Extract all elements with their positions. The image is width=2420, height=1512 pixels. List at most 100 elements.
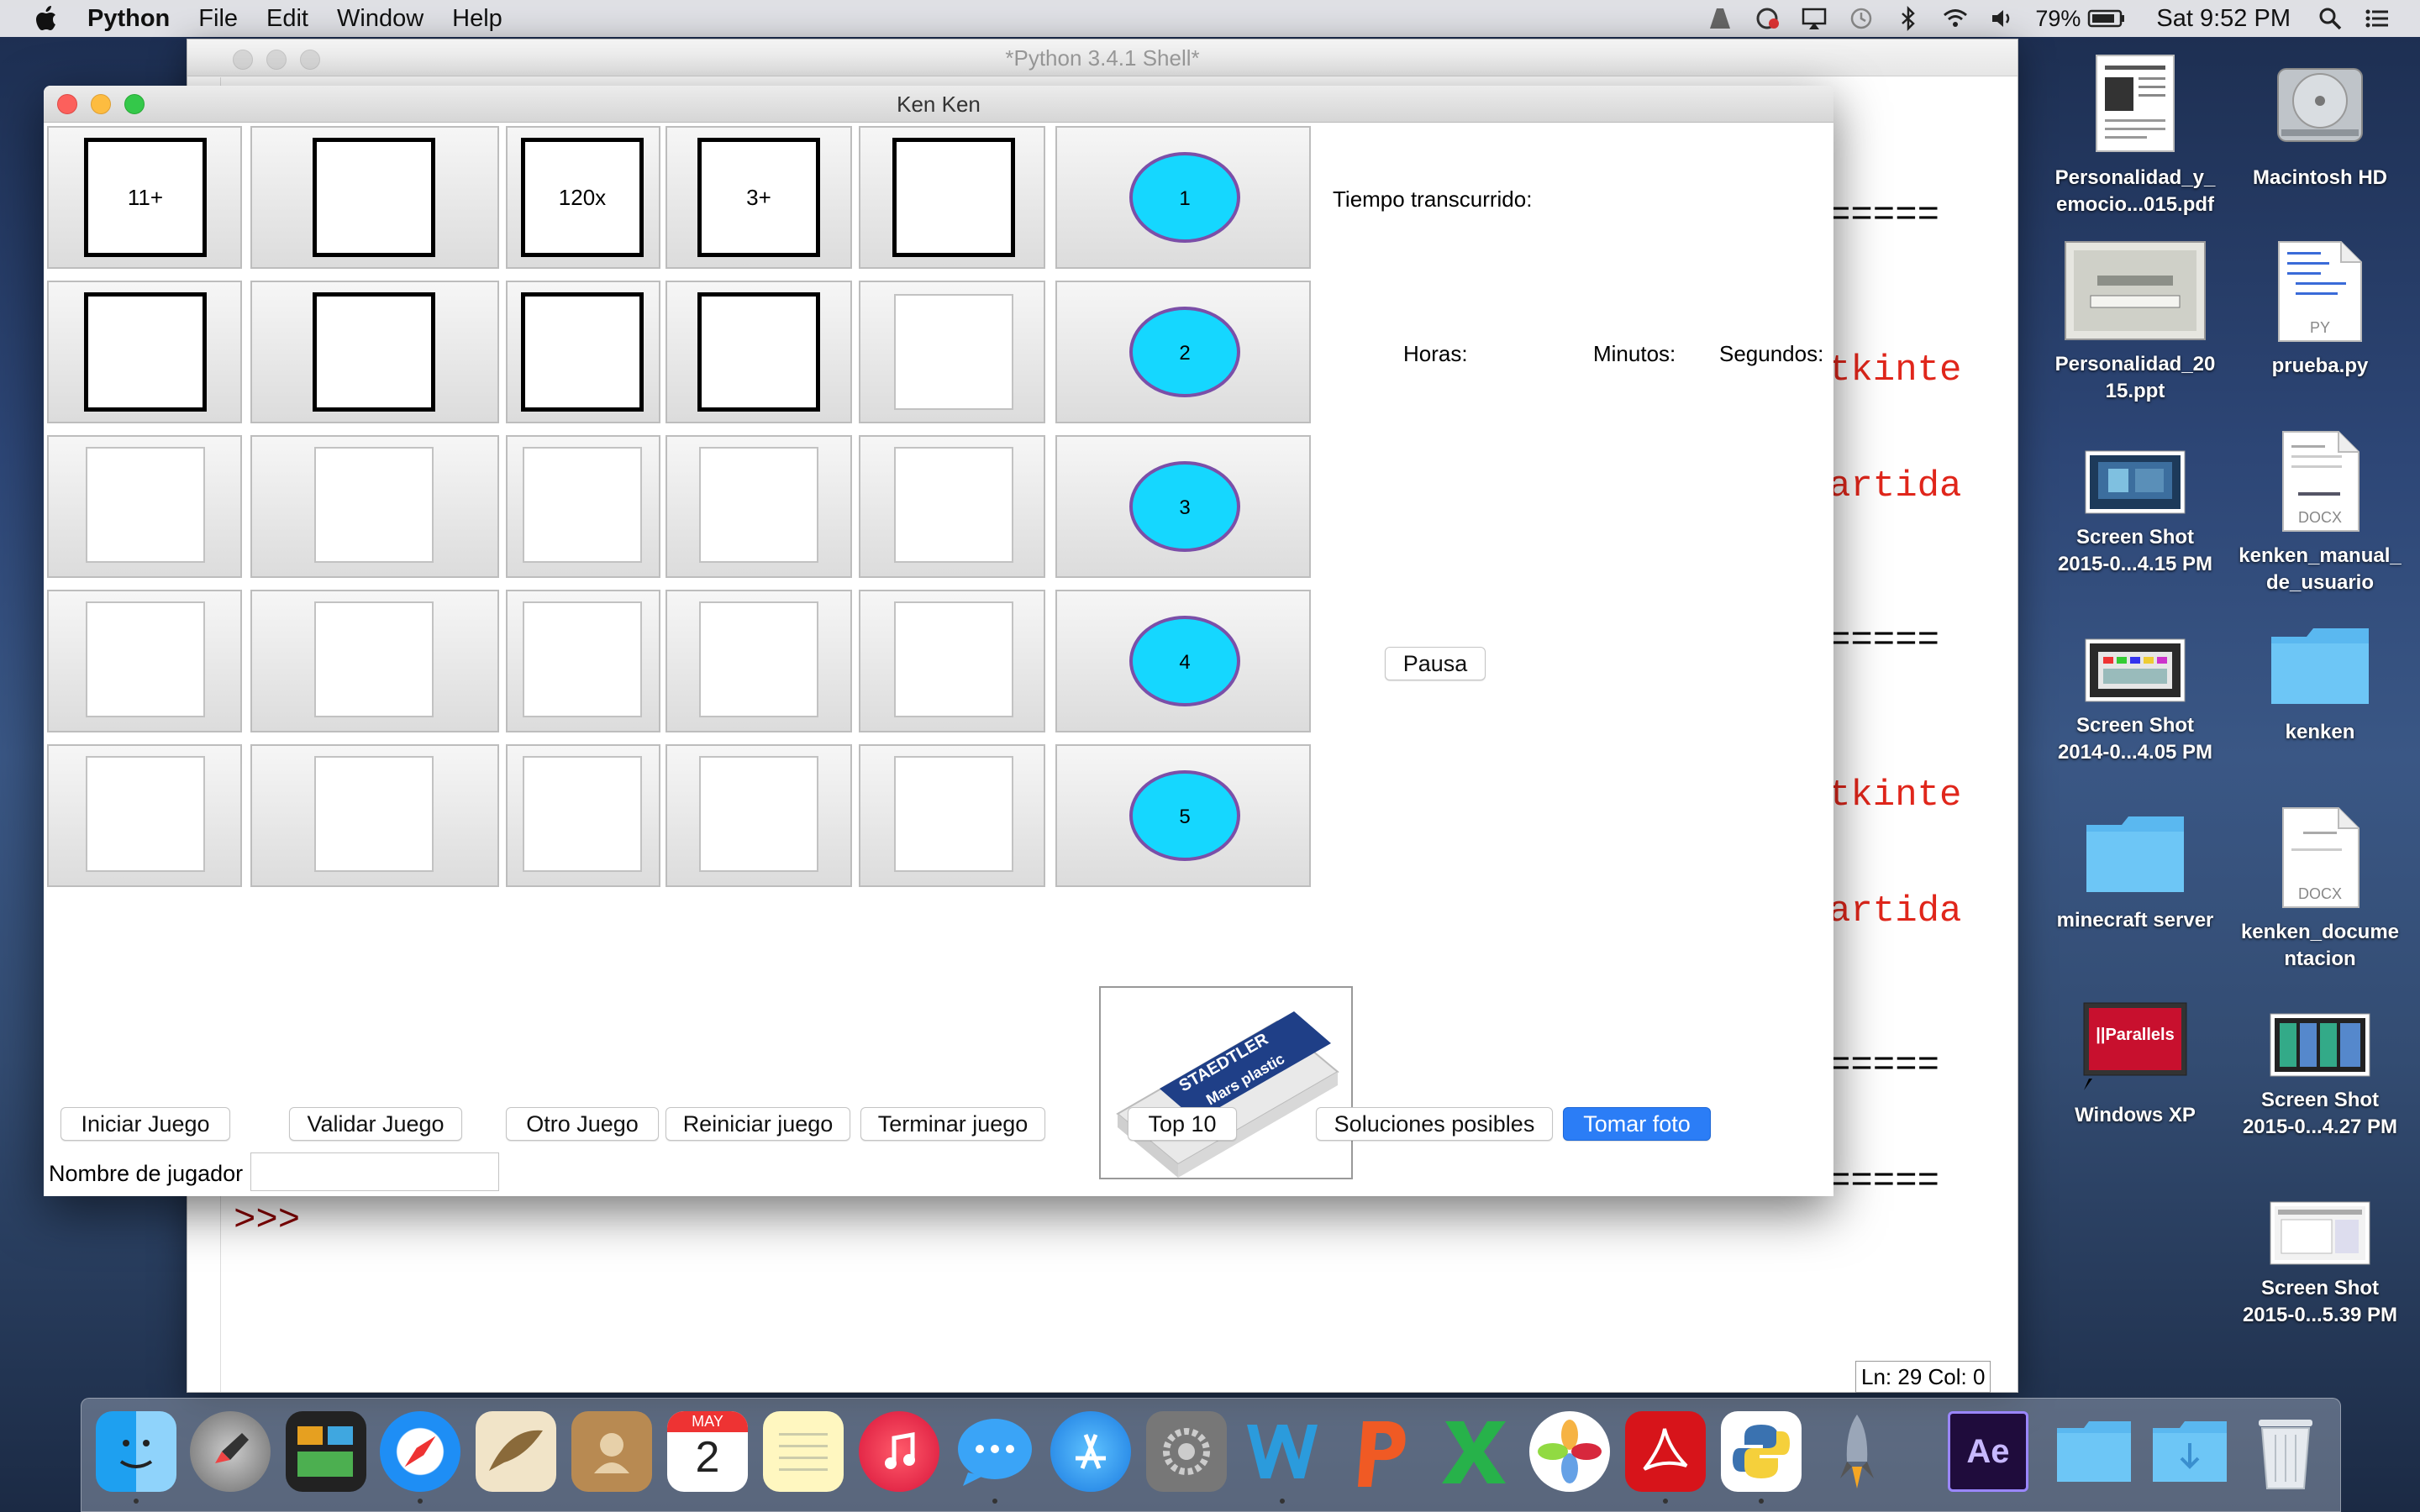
- acrobat-icon[interactable]: [1625, 1411, 1706, 1492]
- menu-file[interactable]: File: [198, 5, 238, 33]
- creative-cloud-status-icon[interactable]: [1753, 4, 1781, 33]
- downloads-folder-icon[interactable]: [2149, 1411, 2230, 1492]
- airplay-icon[interactable]: [1800, 4, 1828, 33]
- kenken-title-bar: Ken Ken: [44, 86, 1833, 123]
- zoom-button[interactable]: [124, 94, 145, 114]
- desktop-item-windows-xp[interactable]: ||Parallels Windows XP: [2039, 1000, 2232, 1129]
- folder-icon: [2086, 816, 2184, 892]
- menu-help[interactable]: Help: [452, 5, 502, 33]
- other-game-button[interactable]: Otro Juego: [506, 1107, 659, 1141]
- apple-menu-icon[interactable]: [30, 2, 64, 35]
- number-button-3[interactable]: 3: [1055, 435, 1311, 578]
- number-button-2[interactable]: 2: [1055, 281, 1311, 423]
- restart-game-button[interactable]: Reiniciar juego: [666, 1107, 850, 1141]
- desktop-item-screenshot-1[interactable]: Screen Shot 2015-0...4.15 PM: [2039, 450, 2232, 578]
- mail-icon[interactable]: [476, 1411, 556, 1492]
- desktop-item-personalidad-pdf[interactable]: Personalidad_y_ emocio...015.pdf: [2039, 52, 2232, 218]
- number-button-1[interactable]: 1: [1055, 126, 1311, 269]
- hard-drive-icon: [2277, 68, 2363, 142]
- word-icon[interactable]: [1242, 1411, 1323, 1492]
- close-button[interactable]: [233, 50, 253, 70]
- eraser-icon: STAEDTLER Mars plastic: [1116, 1011, 1339, 1178]
- number-button-4[interactable]: 4: [1055, 590, 1311, 732]
- desktop-item-screenshot-3[interactable]: Screen Shot 2015-0...4.27 PM: [2223, 1013, 2417, 1141]
- python-launcher-icon[interactable]: [1721, 1411, 1802, 1492]
- desktop-item-personalidad-ppt[interactable]: Personalidad_20 15.ppt: [2039, 240, 2232, 405]
- photos-icon[interactable]: [1529, 1411, 1610, 1492]
- docx-file-icon: DOCX: [2282, 807, 2360, 908]
- menubar-clock[interactable]: Sat 9:52 PM: [2156, 5, 2291, 33]
- grid-cell: [86, 756, 205, 872]
- calendar-icon[interactable]: MAY 2: [667, 1411, 748, 1492]
- desktop-item-kenken-manual[interactable]: DOCX kenken_manual_ de_usuario: [2223, 430, 2417, 596]
- app-store-icon[interactable]: [1050, 1411, 1131, 1492]
- folder-icon[interactable]: [2054, 1411, 2134, 1492]
- time-machine-icon[interactable]: [1847, 4, 1876, 33]
- menu-window[interactable]: Window: [337, 5, 424, 33]
- shell-prompt[interactable]: >>>: [234, 1200, 300, 1242]
- battery-icon[interactable]: [2087, 4, 2126, 33]
- kenken-window-title: Ken Ken: [897, 92, 981, 117]
- desktop-item-prueba-py[interactable]: PY prueba.py: [2223, 240, 2417, 380]
- player-name-input[interactable]: [250, 1152, 499, 1191]
- grid-cell: [699, 756, 818, 872]
- desktop-item-label: Screen Shot 2014-0...4.05 PM: [2057, 714, 2213, 764]
- desktop-item-minecraft-server[interactable]: minecraft server: [2039, 813, 2232, 934]
- grid-cell: [894, 294, 1013, 410]
- finder-icon[interactable]: [96, 1411, 176, 1492]
- menu-app-name[interactable]: Python: [87, 5, 170, 33]
- validate-game-button[interactable]: Validar Juego: [289, 1107, 462, 1141]
- trash-icon[interactable]: [2245, 1411, 2326, 1492]
- zoom-button[interactable]: [300, 50, 320, 70]
- minimize-button[interactable]: [266, 50, 287, 70]
- system-preferences-icon[interactable]: [1146, 1411, 1227, 1492]
- desktop-item-macintosh-hd[interactable]: Macintosh HD: [2223, 52, 2417, 192]
- pdf-document-icon: [2096, 55, 2175, 152]
- launchpad-icon[interactable]: [190, 1411, 271, 1492]
- minimize-button[interactable]: [91, 94, 111, 114]
- number-button-5[interactable]: 5: [1055, 744, 1311, 887]
- top-10-button[interactable]: Top 10: [1128, 1107, 1237, 1141]
- shell-output-line: =====: [1828, 620, 1940, 662]
- possible-solutions-button[interactable]: Soluciones posibles: [1316, 1107, 1553, 1141]
- wifi-icon[interactable]: [1941, 4, 1970, 33]
- itunes-icon[interactable]: [859, 1411, 939, 1492]
- pause-button[interactable]: Pausa: [1385, 647, 1486, 680]
- desktop-item-label: kenken_docume ntacion: [2240, 921, 2400, 970]
- after-effects-icon[interactable]: Ae: [1948, 1411, 2028, 1492]
- close-button[interactable]: [57, 94, 77, 114]
- svg-text:DOCX: DOCX: [2298, 509, 2342, 526]
- timer-label: Tiempo transcurrido:: [1333, 186, 1533, 212]
- shell-output-line: =====: [1828, 1045, 1940, 1087]
- bluetooth-icon[interactable]: [1894, 4, 1923, 33]
- desktop-item-label: kenken: [2285, 721, 2355, 743]
- rocket-app-icon[interactable]: [1817, 1411, 1897, 1492]
- powerpoint-icon[interactable]: [1338, 1411, 1418, 1492]
- spotlight-search-icon[interactable]: [2316, 4, 2344, 33]
- running-indicator: [418, 1499, 423, 1504]
- volume-icon[interactable]: [1988, 4, 2017, 33]
- contacts-icon[interactable]: [571, 1411, 652, 1492]
- grid-cell: [699, 601, 818, 717]
- messages-icon[interactable]: [955, 1411, 1035, 1492]
- desktop-item-kenken-folder[interactable]: kenken: [2223, 625, 2417, 746]
- screenshot-icon: [2270, 1013, 2370, 1077]
- desktop-item-label: Screen Shot 2015-0...4.15 PM: [2057, 526, 2213, 575]
- adobe-status-icon[interactable]: [1706, 4, 1734, 33]
- start-game-button[interactable]: Iniciar Juego: [60, 1107, 230, 1141]
- desktop-item-kenken-documentacion[interactable]: DOCX kenken_docume ntacion: [2223, 806, 2417, 973]
- desktop-item-screenshot-2[interactable]: Screen Shot 2014-0...4.05 PM: [2039, 638, 2232, 766]
- notes-icon[interactable]: [763, 1411, 844, 1492]
- excel-icon[interactable]: [1434, 1411, 1514, 1492]
- end-game-button[interactable]: Terminar juego: [860, 1107, 1045, 1141]
- eraser-button[interactable]: STAEDTLER Mars plastic: [1099, 986, 1353, 1179]
- shell-output-line: =====: [1828, 195, 1940, 237]
- safari-icon[interactable]: [380, 1411, 460, 1492]
- desktop-item-screenshot-4[interactable]: Screen Shot 2015-0...5.39 PM: [2223, 1201, 2417, 1329]
- take-photo-button[interactable]: Tomar foto: [1563, 1107, 1711, 1141]
- python-file-icon: PY: [2278, 241, 2362, 342]
- notification-center-icon[interactable]: [2363, 4, 2391, 33]
- mission-control-icon[interactable]: [286, 1411, 366, 1492]
- menu-edit[interactable]: Edit: [266, 5, 308, 33]
- seconds-label: Segundos:: [1719, 341, 1824, 366]
